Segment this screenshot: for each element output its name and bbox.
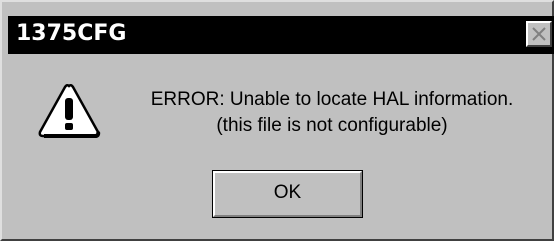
ok-button-label: OK (273, 182, 302, 203)
error-message-line1: ERROR: Unable to locate HAL information. (150, 89, 514, 110)
window-title: 1375CFG (16, 21, 127, 46)
error-dialog: 1375CFG ERROR: Unable to locate HAL info… (0, 0, 554, 241)
error-message: ERROR: Unable to locate HAL information.… (112, 87, 552, 139)
close-button[interactable] (526, 21, 552, 47)
ok-button[interactable]: OK (212, 170, 363, 218)
warning-icon (38, 83, 101, 138)
close-icon (532, 27, 546, 41)
title-bar[interactable]: 1375CFG (8, 16, 554, 54)
error-message-line2: (this file is not configurable) (216, 115, 448, 136)
